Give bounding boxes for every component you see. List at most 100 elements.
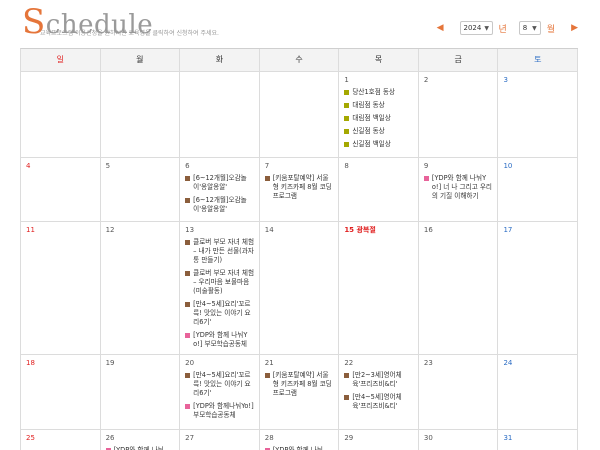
weekday-tuesday: 화 [180,49,260,71]
event-title: [만4~5세]요리'꼬르륵! 맛있는 이야기 요리6기' [193,300,251,326]
chevron-down-icon: ▼ [532,24,537,32]
month-select[interactable]: 8 ▼ [518,21,541,35]
year-select[interactable]: 2024 ▼ [459,21,493,35]
event-item[interactable]: [YDP와 함께 나눠Yo!] 너 나 그리고 우리의 기질 이해하기 [423,174,494,201]
event-item[interactable]: [만4~5세]영어체육'프리즈비&티' [344,393,414,411]
day-number: 22 [344,359,354,367]
day-number: 4 [26,162,31,170]
event-title: 신길점 백일상 [352,140,391,148]
day-number: 7 [264,162,270,170]
day-number [26,76,96,88]
event-color-marker-icon [185,271,191,276]
day-number: 11 [26,226,35,234]
day-number: 18 [26,359,35,367]
day-number: 30 [423,434,433,442]
event-item[interactable]: [키움포탈예약] 서울형 키즈카페 8월 코딩 프로그램 [264,371,335,398]
event-title: 당산1호점 동상 [352,88,396,96]
calendar-day-cell: 27 [180,430,260,450]
event-title: 클로버 부모 자녀 체험 – 우리마음 보물마음(미술활동) [193,269,255,295]
day-number: 8 [344,162,349,170]
calendar-day-cell: 8 [339,158,419,221]
event-color-marker-icon [185,302,191,307]
calendar-day-cell: 16 [419,222,499,354]
event-color-marker-icon [344,395,350,400]
calendar-day-cell: 24 [498,355,579,429]
event-color-marker-icon [264,373,270,378]
next-month-arrow-icon[interactable]: ▶ [571,23,578,33]
event-color-marker-icon [344,103,350,108]
day-number: 25 [26,434,35,442]
calendar-day-cell: 5 [101,158,181,221]
calendar-day-cell: 2 [419,72,499,157]
event-title: [YDP와 함께나눠Yo!] 부모학습공동체 [193,402,254,419]
calendar-day-cell: 21 [키움포탈예약] 서울형 키즈카페 8월 코딩 프로그램 [260,355,340,429]
day-number: 5 [105,162,111,170]
month-value: 8 [522,24,528,32]
event-item[interactable]: [만4~5세]요리'꼬르륵! 맛있는 이야기 요리6기' [185,300,255,327]
event-color-marker-icon [185,373,191,378]
event-color-marker-icon [185,404,191,409]
day-number: 19 [105,359,115,367]
event-color-marker-icon [264,176,270,181]
event-color-marker-icon [423,176,429,181]
day-number: 1 [344,76,349,84]
event-item[interactable]: 신길점 백일상 [344,140,414,149]
year-value: 2024 [463,24,482,32]
event-title: [만2~3세]영어체육'프리즈비&티' [352,371,402,388]
page-subtitle: 교육프로그램 이용신청을 원하시면 교육명을 클릭하여 신청하여 주세요. [40,30,219,37]
day-number: 9 [423,162,429,170]
event-item[interactable]: 클로버 부모 자녀 체험 – 우리마음 보물마음(미술활동) [185,269,255,296]
event-item[interactable]: [YDP와 함께 나눠 [105,446,176,450]
holiday-date-label: 15 광복절 [344,226,376,234]
event-item[interactable]: [키움포탈예약] 서울형 키즈카페 8월 코딩 프로그램 [264,174,335,201]
calendar-day-cell: 26 [YDP와 함께 나눠 [101,430,181,450]
event-color-marker-icon [185,198,191,203]
event-item[interactable]: 당산1호점 동상 [344,88,414,97]
calendar-day-cell: 6 [6~12개월]오감놀이'옹알옹알' [6~12개월]오감놀이'옹알옹알' [180,158,260,221]
day-number: 6 [185,162,190,170]
event-title: [키움포탈예약] 서울형 키즈카페 8월 코딩 프로그램 [272,174,332,200]
event-item[interactable]: [YDP와 함께나눠Yo!] 부모학습공동체 [185,402,255,420]
calendar-day-cell [21,72,101,157]
day-number: 12 [105,226,115,234]
calendar-week-row: 1 당산1호점 동상대림점 동상대림점 백일상신길점 동상신길점 백일상 2 3 [21,72,579,158]
month-navigation: ◀ 2024 ▼ 년 8 ▼ 월 ▶ [437,20,578,36]
calendar-day-cell: 23 [419,355,499,429]
event-item[interactable]: 신길점 동상 [344,127,414,136]
event-color-marker-icon [185,333,191,338]
weekday-friday: 금 [419,49,499,71]
calendar-grid: 일 월 화 수 목 금 토 1 당산1호점 동상 대림점 동상 대림점 백일상 신길점 … [20,48,579,450]
event-item[interactable]: [YDP와 함께 나눠Yo!] 부모학습공동체 [185,331,255,349]
calendar-day-cell: 9 [YDP와 함께 나눠Yo!] 너 나 그리고 우리의 기질 이해하기 [419,158,499,221]
event-item[interactable]: 대림점 백일상 [344,114,414,123]
event-item[interactable]: [YDP와 함께 나눠 [264,446,335,450]
calendar-day-cell: 12 [101,222,181,354]
event-item[interactable]: [6~12개월]오감놀이'옹알옹알' [185,196,255,214]
day-number: 10 [503,162,513,170]
calendar-week-row: 25 26 [YDP와 함께 나눠 27 28 [YDP와 함께 나눠 29 30 31 [21,430,579,450]
event-title: 신길점 동상 [352,127,385,135]
event-item[interactable]: [만4~5세]요리'꼬르륵! 맛있는 이야기 요리6기' [185,371,255,398]
calendar-day-cell: 15 광복절 [339,222,419,354]
calendar-day-cell: 3 [498,72,579,157]
prev-month-arrow-icon[interactable]: ◀ [437,23,444,33]
day-number: 3 [503,76,508,84]
schedule-header: Schedule 교육프로그램 이용신청을 원하시면 교육명을 클릭하여 신청하… [0,0,600,48]
event-item[interactable]: 대림점 동상 [344,101,414,110]
calendar-day-cell: 31 [498,430,579,450]
event-title: [YDP와 함께 나눠Yo!] 부모학습공동체 [193,331,248,348]
event-item[interactable]: 클로버 부모 자녀 체험 – 내가 만든 선물(과자통 만들기) [185,238,255,265]
day-number: 20 [185,359,195,367]
event-title: [만4~5세]영어체육'프리즈비&티' [352,393,402,410]
event-title: [YDP와 함께 나눠 [113,446,164,450]
calendar-day-cell: 14 [260,222,340,354]
day-number: 13 [185,226,195,234]
event-title: [만4~5세]요리'꼬르륵! 맛있는 이야기 요리6기' [193,371,251,397]
day-number: 27 [185,434,195,442]
event-item[interactable]: [6~12개월]오감놀이'옹알옹알' [185,174,255,192]
event-title: [6~12개월]오감놀이'옹알옹알' [193,174,247,191]
day-number: 29 [344,434,354,442]
day-number [185,76,255,88]
event-item[interactable]: [만2~3세]영어체육'프리즈비&티' [344,371,414,389]
weekday-saturday: 토 [498,49,579,71]
